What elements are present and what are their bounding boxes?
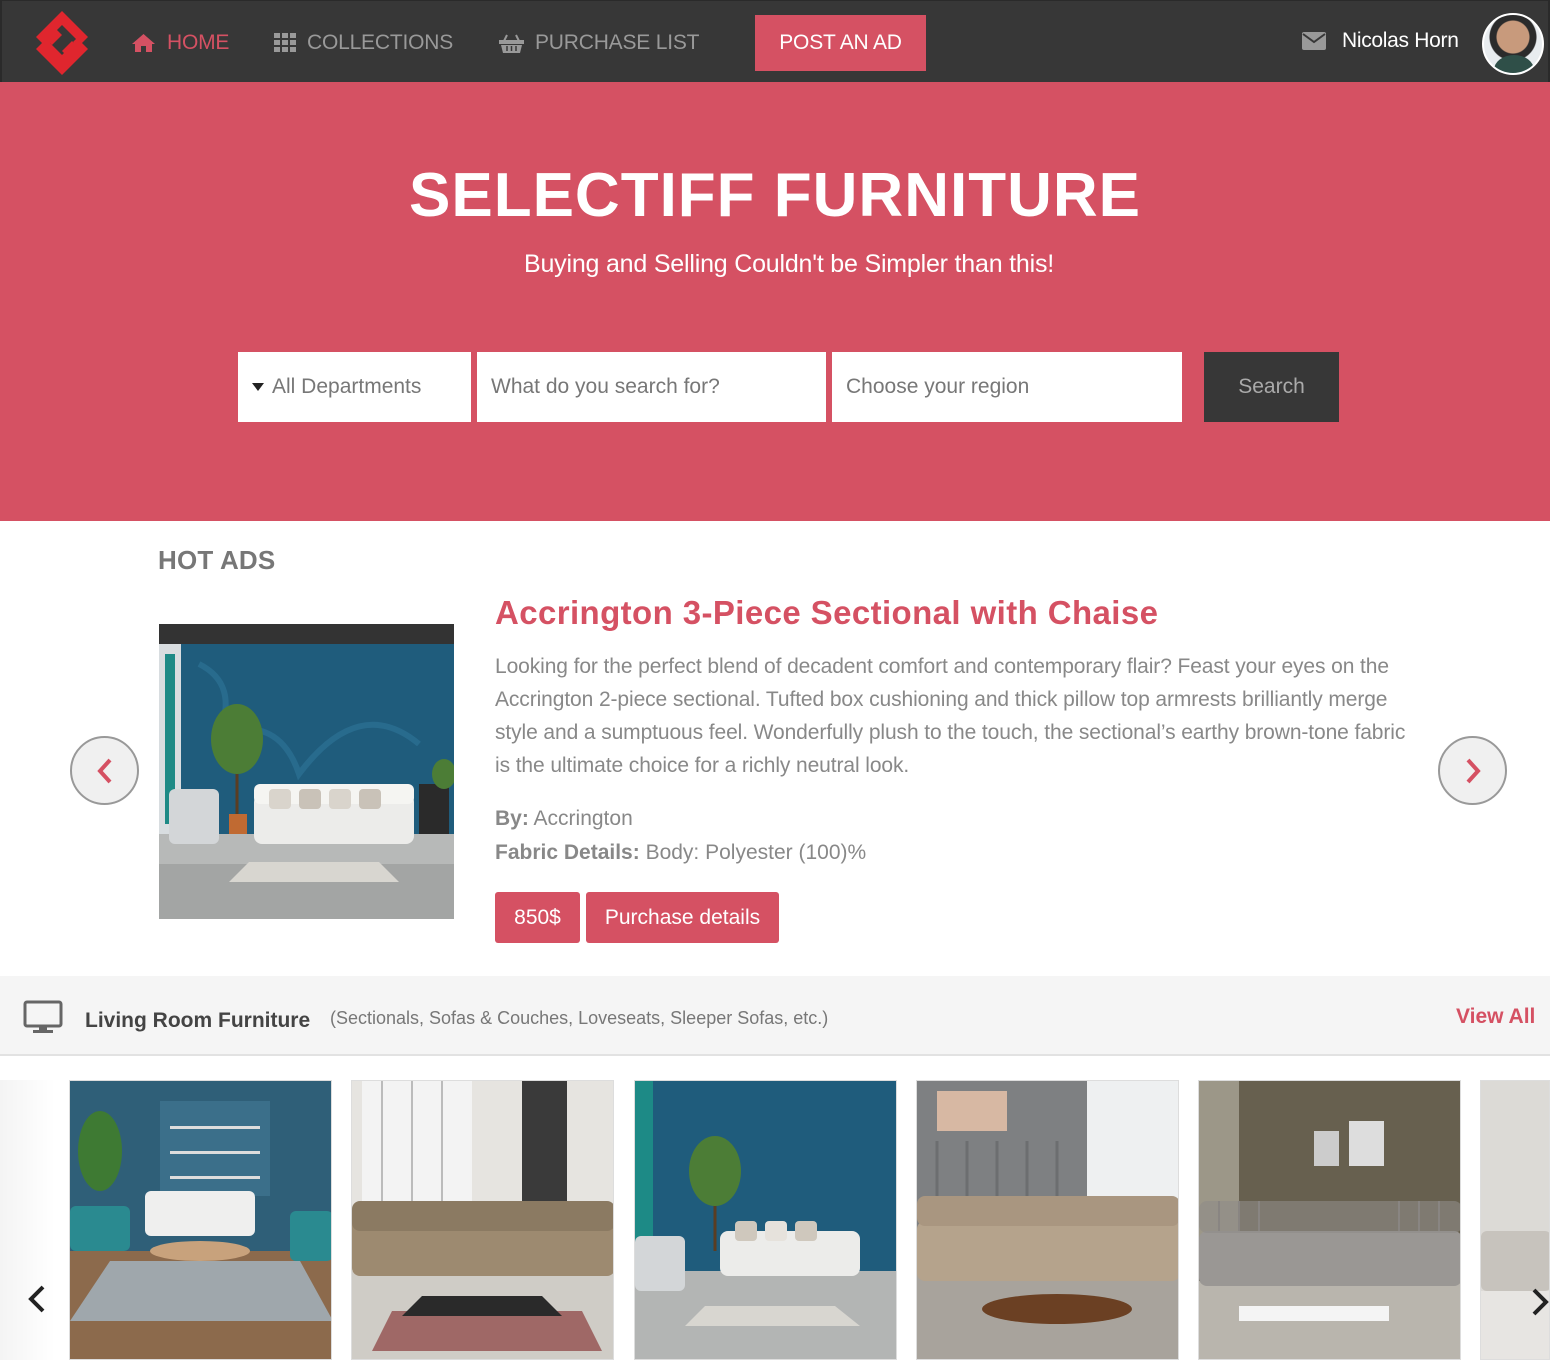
hero-title: SELECTIFF FURNITURE — [409, 161, 1141, 230]
category-subtitle: (Sectionals, Sofas & Couches, Loveseats,… — [330, 1008, 829, 1028]
department-select[interactable]: All Departments — [238, 352, 471, 422]
post-ad-button[interactable]: POST AN AD — [755, 15, 926, 71]
product-carousel — [0, 1058, 1550, 1360]
nav-collections-label: COLLECTIONS — [307, 31, 453, 54]
product-card[interactable] — [916, 1080, 1179, 1360]
top-navbar: HOME COLLECTIONS PURCHASE LIST POST AN A… — [0, 0, 1550, 82]
price-button[interactable]: 850$ — [495, 892, 580, 943]
hot-ad-fabric-value: Body: Polyester (100)% — [645, 841, 867, 864]
purchase-details-button[interactable]: Purchase details — [586, 892, 779, 943]
caret-down-icon — [252, 383, 264, 391]
prev-ad-button[interactable] — [70, 736, 139, 805]
hot-ad-title[interactable]: Accrington 3-Piece Sectional with Chaise — [495, 594, 1158, 632]
nav-purchase-list[interactable]: PURCHASE LIST — [499, 28, 699, 58]
hot-ad-fabric-label: Fabric Details: — [495, 841, 640, 864]
mail-icon[interactable] — [1302, 32, 1326, 50]
selectiff-logo[interactable] — [32, 9, 92, 77]
search-input[interactable]: What do you search for? — [477, 352, 826, 422]
nav-home-label: HOME — [167, 31, 230, 54]
hot-ad-description: Looking for the perfect blend of decaden… — [495, 655, 1406, 777]
product-card[interactable] — [1480, 1080, 1550, 1360]
next-ad-button[interactable] — [1438, 736, 1507, 805]
view-all-link[interactable]: View All — [1456, 1005, 1535, 1029]
monitor-icon — [23, 1000, 63, 1033]
product-card[interactable] — [351, 1080, 614, 1360]
nav-collections[interactable]: COLLECTIONS — [274, 28, 453, 58]
grid-icon — [274, 33, 296, 52]
hero-banner: SELECTIFF FURNITURE Buying and Selling C… — [0, 82, 1550, 521]
hot-ad-brand: By: Accrington — [495, 807, 633, 831]
basket-icon — [499, 34, 524, 53]
hot-ad-image[interactable] — [159, 624, 454, 919]
search-button[interactable]: Search — [1204, 352, 1339, 422]
chevron-right-icon — [1466, 758, 1481, 783]
nav-home[interactable]: HOME — [131, 28, 229, 58]
category-name: Living Room Furniture — [85, 1009, 311, 1032]
category-header: Living Room Furniture (Sectionals, Sofas… — [0, 976, 1550, 1056]
region-input-placeholder: Choose your region — [846, 375, 1030, 398]
search-input-placeholder: What do you search for? — [491, 375, 720, 398]
region-input[interactable]: Choose your region — [832, 352, 1182, 422]
nav-purchase-list-label: PURCHASE LIST — [535, 31, 700, 54]
hot-ad-fabric: Fabric Details: Body: Polyester (100)% — [495, 841, 866, 865]
product-card[interactable] — [634, 1080, 897, 1360]
chevron-left-icon[interactable] — [25, 1283, 49, 1315]
hot-ad-brand-value: Accrington — [533, 807, 633, 830]
hot-ads-title: HOT ADS — [158, 545, 276, 575]
home-icon — [132, 34, 155, 52]
hero-subtitle: Buying and Selling Couldn't be Simpler t… — [523, 250, 1055, 278]
chevron-left-icon — [96, 758, 111, 783]
product-card[interactable] — [69, 1080, 332, 1360]
chevron-right-icon[interactable] — [1530, 1286, 1550, 1318]
product-card[interactable] — [1198, 1080, 1461, 1360]
department-select-value: All Departments — [272, 375, 422, 398]
carousel-fade — [0, 1080, 55, 1360]
user-name[interactable]: Nicolas Horn — [1342, 29, 1459, 53]
hot-ad-brand-label: By: — [495, 807, 529, 830]
user-avatar[interactable] — [1482, 13, 1544, 75]
